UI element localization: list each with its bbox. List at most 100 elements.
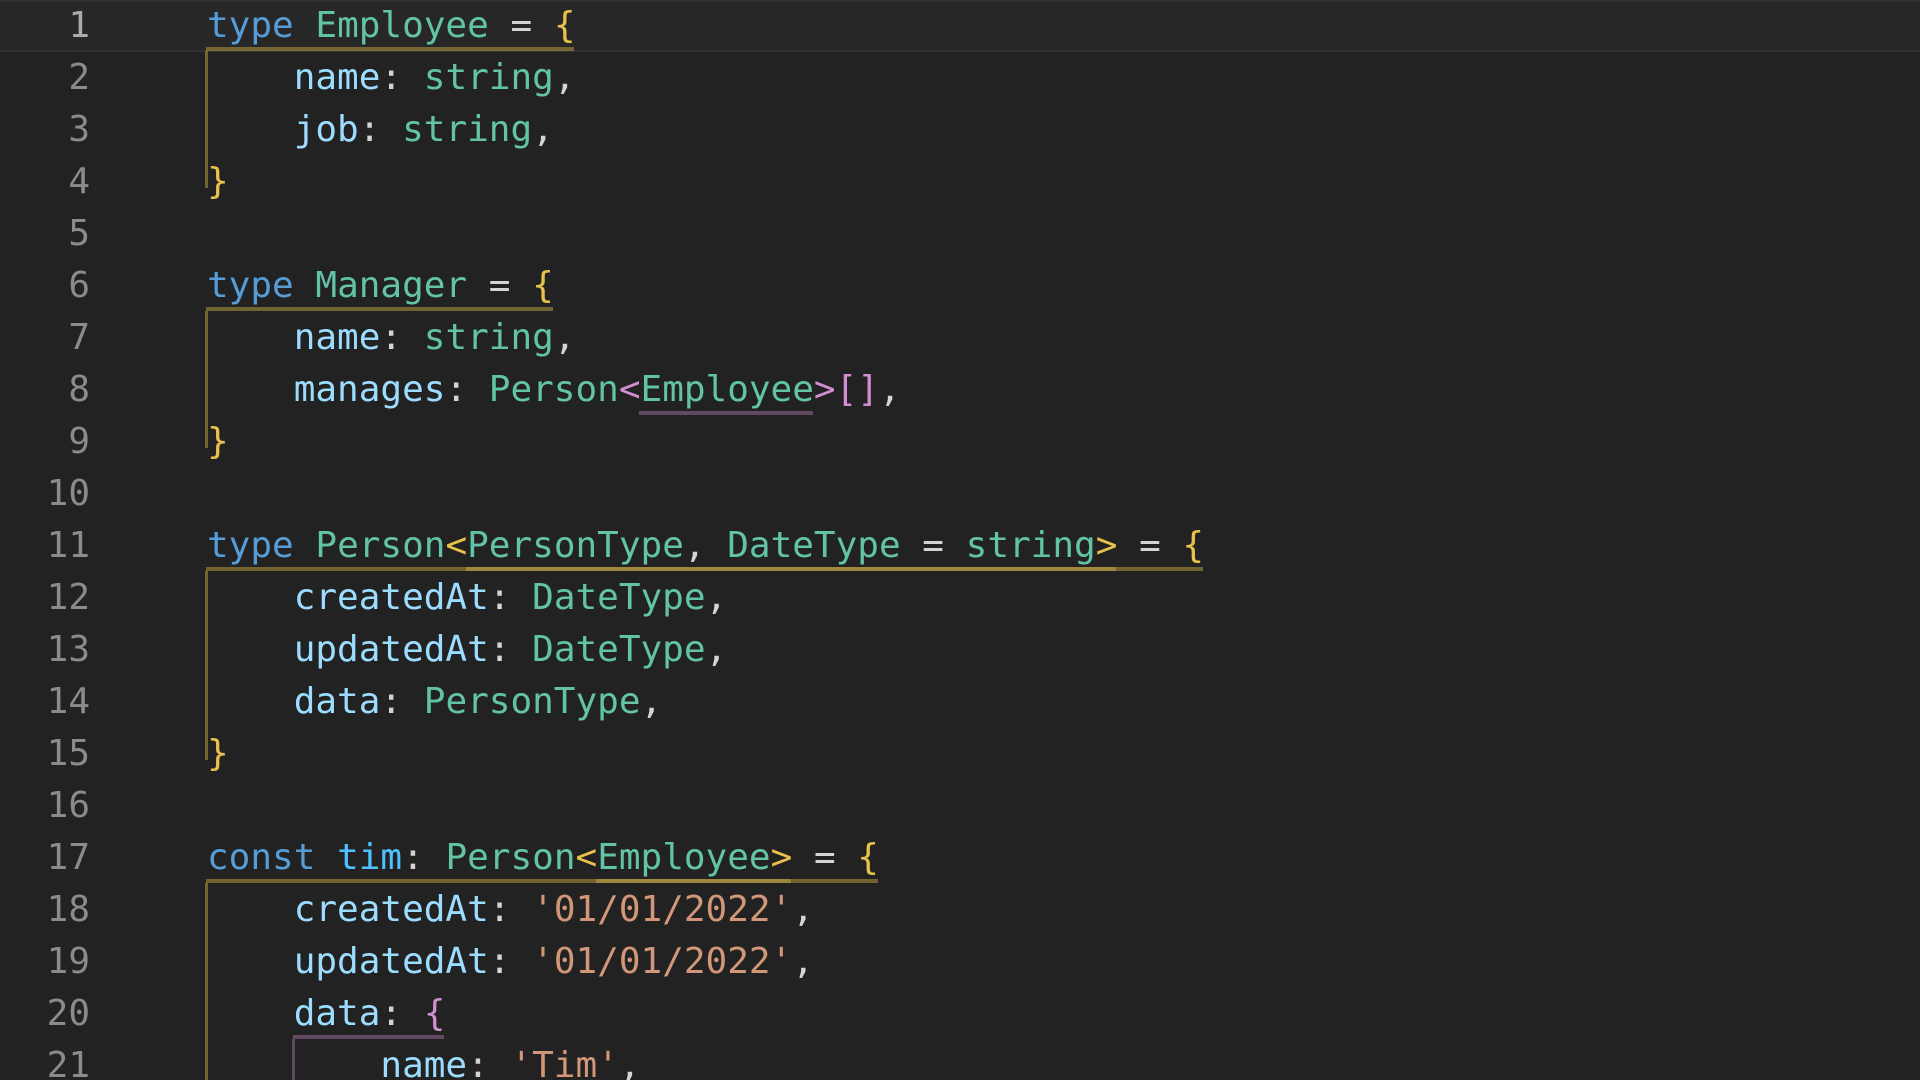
line-number[interactable]: 16 <box>0 780 90 832</box>
line-number[interactable]: 8 <box>0 364 90 416</box>
token-op: , <box>684 525 727 566</box>
line-number[interactable]: 5 <box>0 208 90 260</box>
code-line-text[interactable]: updatedAt: '01/01/2022', <box>207 936 814 988</box>
token-kw: type <box>207 265 294 306</box>
token-op: : <box>380 681 423 722</box>
code-line-13[interactable]: 13 updatedAt: DateType, <box>0 624 1920 676</box>
line-number[interactable]: 19 <box>0 936 90 988</box>
line-number[interactable]: 18 <box>0 884 90 936</box>
token-op <box>207 109 294 150</box>
token-op <box>294 525 316 566</box>
line-number[interactable]: 9 <box>0 416 90 468</box>
token-op: : <box>445 369 488 410</box>
token-op <box>294 5 316 46</box>
code-line-text[interactable]: } <box>207 156 229 208</box>
token-op: , <box>641 681 663 722</box>
token-op: = <box>467 265 532 306</box>
code-line-text[interactable]: type Manager = { <box>207 260 554 312</box>
line-number[interactable]: 4 <box>0 156 90 208</box>
token-op <box>207 317 294 358</box>
line-number[interactable]: 1 <box>0 0 90 52</box>
code-line-10[interactable]: 10 <box>0 468 1920 520</box>
code-line-text[interactable]: type Employee = { <box>207 0 576 52</box>
code-line-8[interactable]: 8 manages: Person<Employee>[], <box>0 364 1920 416</box>
line-number[interactable]: 10 <box>0 468 90 520</box>
token-op: : <box>489 629 532 670</box>
code-line-text[interactable]: const tim: Person<Employee> = { <box>207 832 879 884</box>
token-op: , <box>554 57 576 98</box>
code-line-text[interactable]: type Person<PersonType, DateType = strin… <box>207 520 1204 572</box>
code-line-11[interactable]: 11 type Person<PersonType, DateType = str… <box>0 520 1920 572</box>
code-line-18[interactable]: 18 createdAt: '01/01/2022', <box>0 884 1920 936</box>
token-cv: tim <box>337 837 402 878</box>
line-number[interactable]: 14 <box>0 676 90 728</box>
line-number[interactable]: 3 <box>0 104 90 156</box>
token-op <box>315 837 337 878</box>
line-number[interactable]: 21 <box>0 1040 90 1080</box>
code-line-4[interactable]: 4} <box>0 156 1920 208</box>
code-line-9[interactable]: 9} <box>0 416 1920 468</box>
token-pr: name <box>380 1045 467 1080</box>
token-ty: DateType <box>532 629 705 670</box>
code-line-text[interactable]: data: { <box>207 988 445 1040</box>
code-line-text[interactable]: name: string, <box>207 312 576 364</box>
token-ty: string <box>966 525 1096 566</box>
line-number[interactable]: 15 <box>0 728 90 780</box>
code-line-text[interactable]: createdAt: DateType, <box>207 572 727 624</box>
code-line-text[interactable]: } <box>207 728 229 780</box>
line-number[interactable]: 12 <box>0 572 90 624</box>
code-line-3[interactable]: 3 job: string, <box>0 104 1920 156</box>
line-number[interactable]: 20 <box>0 988 90 1040</box>
line-number[interactable]: 13 <box>0 624 90 676</box>
code-line-text[interactable]: job: string, <box>207 104 554 156</box>
token-op <box>207 57 294 98</box>
token-op: : <box>489 577 532 618</box>
token-ty: Employee <box>597 837 770 878</box>
code-line-14[interactable]: 14 data: PersonType, <box>0 676 1920 728</box>
token-b1: } <box>207 733 229 774</box>
code-line-1[interactable]: 1 type Employee = { <box>0 0 1920 52</box>
token-op: , <box>706 577 728 618</box>
code-line-21[interactable]: 21 name: 'Tim', <box>0 1040 1920 1080</box>
code-line-19[interactable]: 19 updatedAt: '01/01/2022', <box>0 936 1920 988</box>
code-line-5[interactable]: 5 <box>0 208 1920 260</box>
token-op: : <box>402 837 445 878</box>
code-line-6[interactable]: 6 type Manager = { <box>0 260 1920 312</box>
code-line-text[interactable]: updatedAt: DateType, <box>207 624 727 676</box>
code-line-12[interactable]: 12 createdAt: DateType, <box>0 572 1920 624</box>
line-number[interactable]: 6 <box>0 260 90 312</box>
token-op: = <box>792 837 857 878</box>
token-ty: DateType <box>532 577 705 618</box>
code-line-text[interactable]: name: 'Tim', <box>207 1040 641 1080</box>
code-line-text[interactable]: data: PersonType, <box>207 676 662 728</box>
token-op: : <box>380 57 423 98</box>
code-line-text[interactable]: createdAt: '01/01/2022', <box>207 884 814 936</box>
line-number[interactable]: 2 <box>0 52 90 104</box>
token-str: '01/01/2022' <box>532 941 792 982</box>
token-ty: Person <box>489 369 619 410</box>
code-line-text[interactable]: manages: Person<Employee>[], <box>207 364 901 416</box>
line-number[interactable]: 17 <box>0 832 90 884</box>
code-line-text[interactable]: } <box>207 416 229 468</box>
code-editor[interactable]: 1type Employee = {2 name: string,3 job: … <box>0 0 1920 1080</box>
code-line-16[interactable]: 16 <box>0 780 1920 832</box>
code-line-text[interactable]: name: string, <box>207 52 576 104</box>
token-pr: data <box>294 681 381 722</box>
token-ty: Employee <box>641 369 814 410</box>
token-b1: { <box>1182 525 1204 566</box>
line-number[interactable]: 11 <box>0 520 90 572</box>
code-line-2[interactable]: 2 name: string, <box>0 52 1920 104</box>
token-op <box>207 889 294 930</box>
token-op <box>207 369 294 410</box>
token-kw: type <box>207 5 294 46</box>
token-b1: { <box>554 5 576 46</box>
token-op: : <box>489 941 532 982</box>
code-line-20[interactable]: 20 data: { <box>0 988 1920 1040</box>
code-line-7[interactable]: 7 name: string, <box>0 312 1920 364</box>
token-op: : <box>380 993 423 1034</box>
code-line-15[interactable]: 15} <box>0 728 1920 780</box>
code-line-17[interactable]: 17 const tim: Person<Employee> = { <box>0 832 1920 884</box>
token-op: = <box>1117 525 1182 566</box>
token-op: , <box>532 109 554 150</box>
line-number[interactable]: 7 <box>0 312 90 364</box>
